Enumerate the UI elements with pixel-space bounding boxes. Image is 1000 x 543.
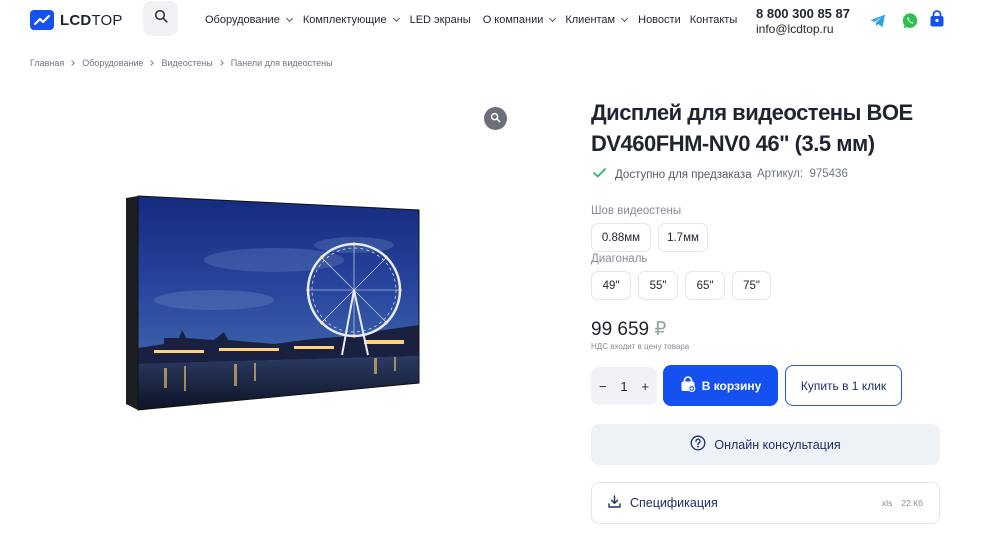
seam-label: Шов видеостены <box>591 205 682 217</box>
product-title: Дисплей для видеостены BOE DV460FHM-NV0 4… <box>591 100 913 156</box>
chevron-down-icon <box>549 14 557 23</box>
diagonal-option[interactable]: 49" <box>591 271 631 300</box>
nav-item-news[interactable]: Новости <box>638 12 681 28</box>
download-icon <box>608 495 621 511</box>
chevron-right-icon <box>217 60 224 66</box>
chevron-down-icon <box>621 14 629 23</box>
specification-download[interactable]: Спецификация xls 22 Кб <box>591 482 940 524</box>
breadcrumb-videowalls[interactable]: Видеостены <box>161 58 212 68</box>
bag-icon[interactable] <box>929 10 947 28</box>
nav-item-contacts[interactable]: Контакты <box>690 12 738 28</box>
main-nav: Оборудование Комплектующие LED экраны О … <box>205 12 737 28</box>
price: 99 659 ₽ <box>591 319 667 340</box>
qty-plus-button[interactable]: + <box>641 379 649 394</box>
search-icon <box>154 9 168 28</box>
add-to-cart-button[interactable]: В корзину <box>663 365 778 406</box>
vat-note: НДС входит в цену товара <box>591 342 690 351</box>
nav-item-equipment[interactable]: Оборудование <box>205 12 293 28</box>
sku: Артикул: 975436 <box>757 168 848 180</box>
seam-option[interactable]: 1.7мм <box>658 223 708 252</box>
diagonal-option[interactable]: 65" <box>685 271 725 300</box>
spec-file-ext: xls <box>881 498 893 508</box>
question-circle-icon <box>690 435 706 454</box>
spec-file-meta: xls 22 Кб <box>882 498 923 508</box>
email-link[interactable]: info@lcdtop.ru <box>756 22 834 36</box>
breadcrumb: Главная Оборудование Видеостены Панели д… <box>30 58 333 68</box>
logo[interactable]: LCDTOP <box>30 10 123 30</box>
qty-value[interactable]: 1 <box>620 379 627 394</box>
zoom-button[interactable] <box>484 107 507 130</box>
check-icon <box>593 168 606 181</box>
chevron-right-icon <box>148 60 155 66</box>
buy-one-click-button[interactable]: Купить в 1 клик <box>785 365 902 406</box>
seam-option[interactable]: 0.88мм <box>591 223 651 252</box>
quantity-stepper: − 1 + <box>591 367 657 405</box>
search-button[interactable] <box>143 1 178 36</box>
telegram-icon[interactable] <box>869 12 887 30</box>
cart-bag-icon <box>680 376 696 395</box>
nav-item-components[interactable]: Комплектующие <box>303 12 400 28</box>
breadcrumb-equipment[interactable]: Оборудование <box>82 58 143 68</box>
whatsapp-icon[interactable] <box>901 12 919 30</box>
chevron-right-icon <box>69 60 76 66</box>
currency: ₽ <box>654 319 667 340</box>
breadcrumb-home[interactable]: Главная <box>30 58 64 68</box>
nav-item-clients[interactable]: Клиентам <box>565 12 629 28</box>
phone-number[interactable]: 8 800 300 85 87 <box>756 6 850 21</box>
chevron-down-icon <box>392 14 400 23</box>
availability-status: Доступно для предзаказа <box>593 168 752 181</box>
magnifier-icon <box>490 110 501 128</box>
nav-item-about[interactable]: О компании <box>483 12 557 28</box>
diagonal-option[interactable]: 55" <box>638 271 678 300</box>
logo-chart-icon <box>30 10 54 30</box>
spec-file-size: 22 Кб <box>901 498 923 508</box>
nav-item-led-screens[interactable]: LED экраны <box>410 12 471 28</box>
qty-minus-button[interactable]: − <box>599 379 607 394</box>
product-image[interactable] <box>124 190 424 415</box>
online-consultation-button[interactable]: Онлайн консультация <box>591 424 940 465</box>
breadcrumb-panels[interactable]: Панели для видеостены <box>231 58 333 68</box>
diagonal-option[interactable]: 75" <box>732 271 771 300</box>
chevron-down-icon <box>285 14 293 23</box>
logo-text: LCDTOP <box>60 11 123 29</box>
diagonal-label: Диагональ <box>591 253 648 265</box>
